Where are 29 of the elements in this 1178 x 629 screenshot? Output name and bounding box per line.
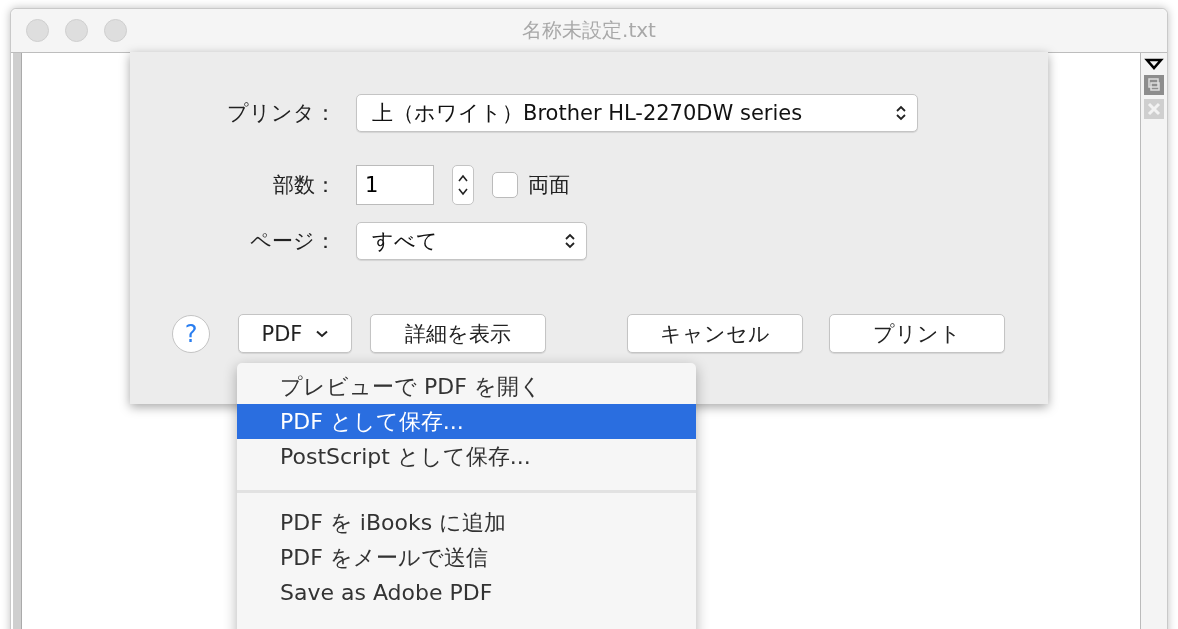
dialog-button[interactable]: キャンセル xyxy=(627,314,803,353)
duplex-label: 両面 xyxy=(528,172,570,199)
updown-icon xyxy=(895,104,907,122)
menu-item[interactable]: プレビューで PDF を開く xyxy=(237,369,696,404)
chevron-down-icon xyxy=(316,329,329,338)
pages-popup[interactable]: すべて xyxy=(356,222,587,260)
pdf-menu-button[interactable]: PDF xyxy=(238,314,352,353)
close-icon[interactable] xyxy=(1144,99,1164,119)
updown-icon xyxy=(564,232,576,250)
duplex-checkbox[interactable] xyxy=(492,172,518,198)
menu-item[interactable]: PostScript として保存... xyxy=(237,439,696,474)
help-button[interactable]: ? xyxy=(172,314,210,353)
triangle-icon[interactable] xyxy=(1144,57,1164,71)
stepper[interactable] xyxy=(452,165,474,205)
window-title: 名称未設定.txt xyxy=(522,17,656,44)
menu-item[interactable]: Save as Adobe PDF xyxy=(237,575,696,610)
zoom-button[interactable] xyxy=(104,19,127,42)
menu-item[interactable]: PDF として保存... xyxy=(237,404,696,439)
pages-label: ページ： xyxy=(249,228,337,255)
show-details-button[interactable]: 詳細を表示 xyxy=(370,314,546,353)
close-button[interactable] xyxy=(26,19,49,42)
printer-label: プリンタ： xyxy=(226,100,337,127)
copies-field[interactable]: 1 xyxy=(356,165,434,205)
copies-label: 部数： xyxy=(272,172,337,199)
menu-item[interactable]: PDF をメールで送信 xyxy=(237,540,696,575)
dialog-button[interactable]: プリント xyxy=(829,314,1005,353)
minimize-button[interactable] xyxy=(65,19,88,42)
printer-popup[interactable]: 上（ホワイト）Brother HL-2270DW series xyxy=(356,94,918,132)
menu-item[interactable]: PDF を iBooks に追加 xyxy=(237,505,696,540)
